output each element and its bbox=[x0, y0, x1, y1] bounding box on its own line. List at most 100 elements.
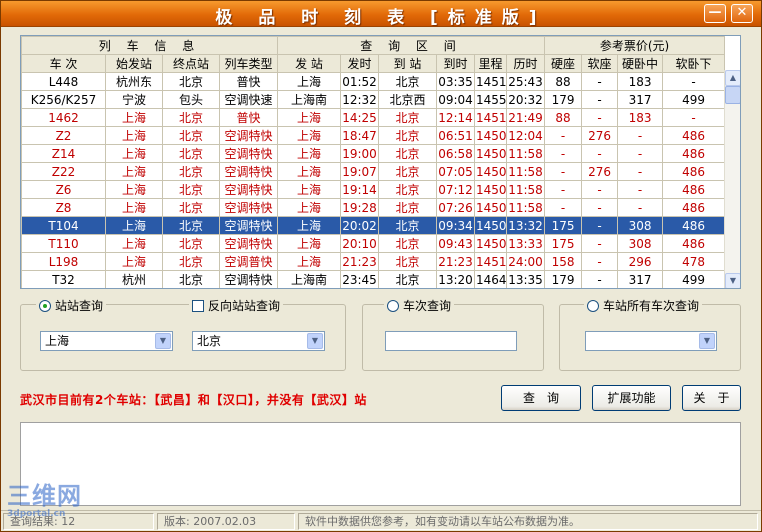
from-station-select[interactable]: 上海 ▼ bbox=[40, 331, 173, 351]
timetable-grid: 列 车 信 息 查 询 区 间 参考票价(元) 车 次始发站 终点站 列车类型发 站… bbox=[20, 35, 741, 289]
table-cell: 499 bbox=[662, 270, 726, 288]
column-header[interactable]: 到时 bbox=[436, 54, 476, 73]
table-cell: 上海 bbox=[277, 162, 342, 181]
train-query-option[interactable]: 车次查询 bbox=[384, 297, 455, 314]
table-row[interactable]: T110 上海 北京 空调特快 上海 20:10 北京 09:43 1450 13:33 175-3… bbox=[21, 234, 726, 253]
table-row[interactable]: L448 杭州东 北京 普快 上海 01:52 北京 03:35 1451 25:43 88-183… bbox=[21, 72, 726, 91]
scroll-up-arrow-icon[interactable]: ▲ bbox=[725, 70, 740, 86]
station-query-option[interactable]: 站站查询 bbox=[36, 297, 107, 314]
column-header[interactable]: 里程 bbox=[474, 54, 508, 73]
station-query-group: 站站查询 反向站站查询 上海 ▼ 北京 ▼ bbox=[20, 297, 346, 371]
table-cell: - bbox=[544, 198, 583, 217]
table-row[interactable]: 1462 上海 北京 普快 上海 14:25 北京 12:14 1451 21:49 88-183- bbox=[21, 108, 726, 127]
watermark-logo: 三维网 3dportal.cn bbox=[7, 483, 82, 519]
about-button[interactable]: 关 于 bbox=[682, 385, 741, 411]
train-number-input[interactable] bbox=[385, 331, 517, 351]
extend-functions-button[interactable]: 扩展功能 bbox=[592, 385, 671, 411]
group-ticket-price: 参考票价(元) bbox=[544, 36, 726, 55]
table-cell: 包头 bbox=[162, 90, 220, 109]
table-cell: 21:49 bbox=[506, 108, 546, 127]
table-row[interactable]: Z14 上海 北京 空调特快 上海 19:00 北京 06:58 1450 11:58- - -486 bbox=[21, 144, 726, 163]
table-cell: 478 bbox=[662, 252, 726, 271]
group-query-range: 查 询 区 间 bbox=[277, 36, 546, 55]
table-cell: 上海 bbox=[277, 216, 342, 235]
table-cell: 13:35 bbox=[506, 270, 546, 288]
column-header[interactable]: 软卧下 bbox=[662, 54, 726, 73]
table-cell: Z14 bbox=[21, 144, 106, 163]
table-row[interactable]: K256/K257 宁波 包头 空调快速 上海南 12:32 北京西 09:04 1455 20:… bbox=[21, 90, 726, 109]
table-cell: 上海 bbox=[105, 180, 163, 199]
train-query-radio[interactable] bbox=[387, 299, 399, 312]
table-cell: 175 bbox=[544, 216, 583, 235]
table-row[interactable]: T32 杭州 北京 空调特快 上海南 23:45 北京 13:20 1464 13:35 179-3… bbox=[21, 270, 726, 288]
chevron-down-icon[interactable]: ▼ bbox=[155, 333, 171, 349]
table-cell: 上海 bbox=[105, 234, 163, 253]
reverse-query-option[interactable]: 反向站站查询 bbox=[189, 297, 284, 314]
reverse-query-checkbox[interactable] bbox=[192, 299, 204, 312]
app-window: 极 品 时 刻 表 [标准版] — ✕ 列 车 信 息 查 询 区 间 参考票价… bbox=[0, 0, 762, 532]
table-cell: 179 bbox=[544, 90, 583, 109]
table-cell: 空调快速 bbox=[218, 90, 279, 109]
table-cell: - bbox=[581, 252, 619, 271]
column-header[interactable]: 发时 bbox=[340, 54, 380, 73]
table-cell: 普快 bbox=[218, 108, 279, 127]
table-cell: 13:20 bbox=[436, 270, 476, 288]
table-cell: 上海 bbox=[277, 126, 342, 145]
scroll-down-arrow-icon[interactable]: ▼ bbox=[725, 273, 740, 288]
table-row[interactable]: Z2 上海 北京 空调特快 上海 18:47 北京 06:51 1450 12:04-276-48… bbox=[21, 126, 726, 145]
table-cell: 上海 bbox=[105, 108, 163, 127]
table-row[interactable]: Z8 上海 北京 空调特快 上海 19:28 北京 07:26 1450 11:58- - -486 bbox=[21, 198, 726, 217]
column-header[interactable]: 历时 bbox=[506, 54, 546, 73]
chevron-down-icon[interactable]: ▼ bbox=[699, 333, 715, 349]
title-bar[interactable]: 极 品 时 刻 表 [标准版] — ✕ bbox=[1, 1, 761, 28]
table-cell: - bbox=[544, 144, 583, 163]
column-header[interactable]: 车 次 bbox=[21, 54, 106, 73]
station-select[interactable]: ▼ bbox=[585, 331, 717, 351]
column-header[interactable]: 硬座 bbox=[544, 54, 583, 73]
table-cell: 宁波 bbox=[105, 90, 163, 109]
table-cell: 12:04 bbox=[506, 126, 546, 145]
station-all-trains-option[interactable]: 车站所有车次查询 bbox=[584, 297, 703, 314]
table-cell: 19:14 bbox=[340, 180, 380, 199]
column-header[interactable]: 始发站 bbox=[105, 54, 163, 73]
table-cell: 上海南 bbox=[277, 270, 342, 288]
table-cell: 317 bbox=[617, 270, 664, 288]
table-row[interactable]: Z6 上海 北京 空调特快 上海 19:14 北京 07:12 1450 11:58- - -486 bbox=[21, 180, 726, 199]
minimize-button[interactable]: — bbox=[704, 4, 726, 23]
close-button[interactable]: ✕ bbox=[731, 4, 753, 23]
station-all-trains-radio[interactable] bbox=[587, 299, 599, 312]
table-cell: 北京 bbox=[378, 180, 438, 199]
table-cell: 1450 bbox=[474, 126, 508, 145]
table-cell: T104 bbox=[21, 216, 106, 235]
table-cell: 北京 bbox=[378, 270, 438, 288]
column-header[interactable]: 硬卧中 bbox=[617, 54, 664, 73]
table-row[interactable]: T104 上海 北京 空调特快 上海 20:02 北京 09:34 1450 13:32 175-3… bbox=[21, 216, 726, 235]
table-cell: 11:58 bbox=[506, 180, 546, 199]
column-header[interactable]: 列车类型 bbox=[218, 54, 279, 73]
status-message: 软件中数据供您参考，如有变动请以车站公布数据为准。 bbox=[298, 513, 758, 530]
column-header[interactable]: 软座 bbox=[581, 54, 619, 73]
query-button[interactable]: 查 询 bbox=[501, 385, 581, 411]
column-header[interactable]: 到 站 bbox=[378, 54, 438, 73]
table-cell: 20:32 bbox=[506, 90, 546, 109]
scroll-thumb[interactable] bbox=[725, 86, 740, 104]
table-cell: 空调特快 bbox=[218, 144, 279, 163]
table-cell: 空调特快 bbox=[218, 216, 279, 235]
chevron-down-icon[interactable]: ▼ bbox=[307, 333, 323, 349]
table-cell: 09:43 bbox=[436, 234, 476, 253]
result-output-area[interactable] bbox=[20, 422, 741, 506]
station-query-radio[interactable] bbox=[39, 299, 51, 312]
table-cell: 北京 bbox=[162, 234, 220, 253]
station-all-trains-group: 车站所有车次查询 ▼ bbox=[559, 297, 741, 371]
train-query-label: 车次查询 bbox=[403, 299, 452, 313]
table-cell: 1450 bbox=[474, 198, 508, 217]
table-cell: 296 bbox=[617, 252, 664, 271]
table-cell: - bbox=[544, 180, 583, 199]
column-header[interactable]: 终点站 bbox=[162, 54, 220, 73]
to-station-select[interactable]: 北京 ▼ bbox=[192, 331, 325, 351]
table-row[interactable]: Z22 上海 北京 空调特快 上海 19:07 北京 07:05 1450 11:58-276-4… bbox=[21, 162, 726, 181]
column-header[interactable]: 发 站 bbox=[277, 54, 342, 73]
table-vertical-scrollbar[interactable]: ▲ ▼ bbox=[724, 70, 740, 288]
table-cell: 499 bbox=[662, 90, 726, 109]
table-row[interactable]: L198 上海 北京 空调普快 上海 21:23 北京 21:23 1451 24:00 158-2… bbox=[21, 252, 726, 271]
